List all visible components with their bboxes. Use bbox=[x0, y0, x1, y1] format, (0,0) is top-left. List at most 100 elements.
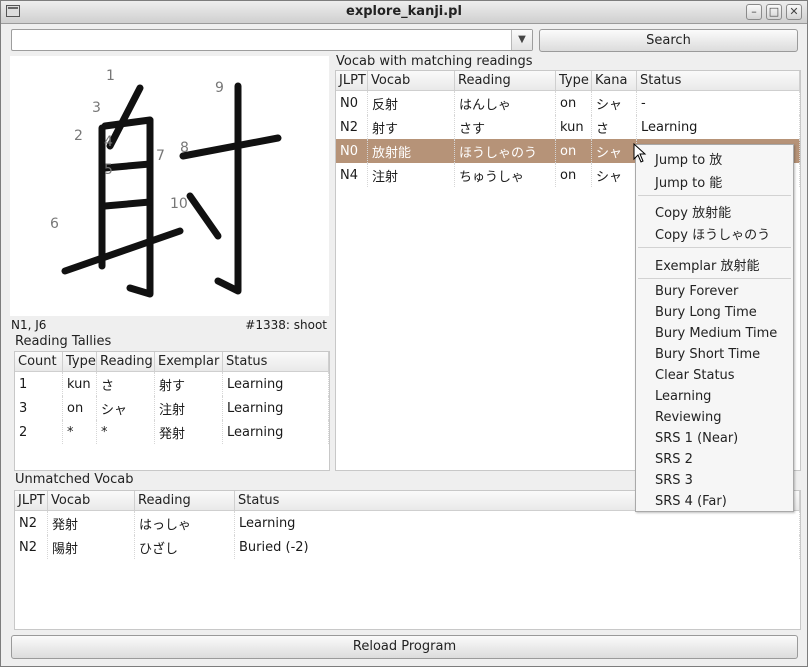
cell: ほうしゃのう bbox=[454, 139, 556, 163]
menu-separator bbox=[638, 195, 791, 196]
col-header[interactable]: Type bbox=[555, 71, 592, 91]
col-header[interactable]: Kana bbox=[591, 71, 637, 91]
menu-separator bbox=[638, 278, 791, 279]
dropdown-arrow-icon[interactable]: ▼ bbox=[511, 30, 532, 50]
reading-tallies-table[interactable]: Count Type Reading Exemplar Status 1 kun… bbox=[14, 351, 330, 471]
menu-item-srs-3[interactable]: SRS 3 bbox=[655, 473, 693, 488]
col-header[interactable]: JLPT bbox=[15, 491, 48, 511]
cell: * bbox=[96, 420, 155, 444]
menu-item-bury-medium[interactable]: Bury Medium Time bbox=[655, 326, 777, 341]
table-row[interactable]: 2 * * 発射 Learning bbox=[15, 420, 329, 444]
menu-item-srs-1[interactable]: SRS 1 (Near) bbox=[655, 431, 738, 446]
table-row[interactable]: N2 射す さす kun さ Learning bbox=[336, 115, 800, 139]
kanji-number-meaning: #1338: shoot bbox=[245, 318, 327, 332]
cell: 注射 bbox=[367, 163, 455, 187]
menu-item-clear-status[interactable]: Clear Status bbox=[655, 368, 735, 383]
unmatched-vocab-label: Unmatched Vocab bbox=[15, 472, 134, 487]
stroke-number: 8 bbox=[180, 140, 189, 156]
reload-program-button[interactable]: Reload Program bbox=[11, 635, 798, 659]
search-combobox[interactable]: ▼ bbox=[11, 29, 533, 51]
mouse-pointer-icon bbox=[633, 143, 647, 163]
col-header[interactable]: Reading bbox=[454, 71, 556, 91]
menu-item-bury-long[interactable]: Bury Long Time bbox=[655, 305, 757, 320]
cell: シャ bbox=[96, 396, 155, 420]
col-header[interactable]: Type bbox=[62, 352, 97, 372]
cell: 1 bbox=[15, 371, 63, 396]
cell: Learning bbox=[222, 371, 329, 396]
cell: 放射能 bbox=[367, 139, 455, 163]
stroke-number: 7 bbox=[156, 148, 165, 164]
cell: - bbox=[636, 90, 800, 115]
col-header[interactable]: Vocab bbox=[47, 491, 135, 511]
menu-item-copy-reading[interactable]: Copy ほうしゃのう bbox=[655, 224, 770, 243]
cell: 発射 bbox=[154, 420, 223, 444]
stroke-number: 2 bbox=[74, 128, 83, 144]
cell: さす bbox=[454, 115, 556, 139]
col-header[interactable]: Reading bbox=[134, 491, 235, 511]
close-button[interactable]: ✕ bbox=[786, 4, 802, 20]
cell: Buried (-2) bbox=[234, 535, 800, 559]
context-menu: Jump to 放 Jump to 能 Copy 放射能 Copy ほうしゃのう… bbox=[635, 144, 794, 512]
menu-item-srs-4[interactable]: SRS 4 (Far) bbox=[655, 494, 727, 509]
stroke-number: 10 bbox=[170, 196, 188, 212]
title-bar[interactable]: explore_kanji.pl – □ ✕ bbox=[1, 1, 807, 24]
col-header[interactable]: JLPT bbox=[336, 71, 368, 91]
search-input[interactable] bbox=[14, 31, 513, 49]
cell: Learning bbox=[234, 510, 800, 535]
cell: on bbox=[555, 163, 592, 187]
menu-item-srs-2[interactable]: SRS 2 bbox=[655, 452, 693, 467]
col-header[interactable]: Vocab bbox=[367, 71, 455, 91]
cell: 発射 bbox=[47, 510, 135, 535]
menu-item-exemplar[interactable]: Exemplar 放射能 bbox=[655, 255, 759, 274]
cell: Learning bbox=[222, 396, 329, 420]
menu-item-copy-vocab[interactable]: Copy 放射能 bbox=[655, 202, 731, 221]
stroke-number: 4 bbox=[104, 134, 113, 150]
cell: Learning bbox=[222, 420, 329, 444]
cell: N0 bbox=[336, 90, 368, 115]
cell: 陽射 bbox=[47, 535, 135, 559]
cell: はんしゃ bbox=[454, 90, 556, 115]
cell: ちゅうしゃ bbox=[454, 163, 556, 187]
cell: 射す bbox=[154, 371, 223, 396]
menu-item-bury-forever[interactable]: Bury Forever bbox=[655, 284, 738, 299]
menu-item-learning[interactable]: Learning bbox=[655, 389, 711, 404]
table-row[interactable]: 1 kun さ 射す Learning bbox=[15, 371, 329, 396]
cell: ひざし bbox=[134, 535, 235, 559]
stroke-number: 6 bbox=[50, 216, 59, 232]
maximize-button[interactable]: □ bbox=[766, 4, 782, 20]
menu-item-jump-to-2[interactable]: Jump to 能 bbox=[655, 172, 722, 191]
table-row[interactable]: N2 陽射 ひざし Buried (-2) bbox=[15, 535, 800, 559]
col-header[interactable]: Status bbox=[636, 71, 800, 91]
cell: シャ bbox=[591, 139, 637, 163]
cell: on bbox=[62, 396, 97, 420]
cell: さ bbox=[591, 115, 637, 139]
reading-tallies-label: Reading Tallies bbox=[15, 334, 112, 349]
table-row[interactable]: N2 発射 はっしゃ Learning bbox=[15, 510, 800, 535]
stroke-number: 3 bbox=[92, 100, 101, 116]
menu-item-bury-short[interactable]: Bury Short Time bbox=[655, 347, 760, 362]
search-button[interactable]: Search bbox=[539, 29, 798, 52]
minimize-button[interactable]: – bbox=[746, 4, 762, 20]
col-header[interactable]: Status bbox=[222, 352, 329, 372]
cell: はっしゃ bbox=[134, 510, 235, 535]
menu-item-reviewing[interactable]: Reviewing bbox=[655, 410, 722, 425]
cell: on bbox=[555, 139, 592, 163]
cell: kun bbox=[62, 371, 97, 396]
cell: kun bbox=[555, 115, 592, 139]
cell: シャ bbox=[591, 163, 637, 187]
col-header[interactable]: Exemplar bbox=[154, 352, 223, 372]
menu-item-jump-to-1[interactable]: Jump to 放 bbox=[655, 149, 722, 168]
cell: 注射 bbox=[154, 396, 223, 420]
kanji-level-info: N1, J6 bbox=[11, 318, 47, 332]
cell: 3 bbox=[15, 396, 63, 420]
cell: 反射 bbox=[367, 90, 455, 115]
table-row[interactable]: 3 on シャ 注射 Learning bbox=[15, 396, 329, 420]
cell: シャ bbox=[591, 90, 637, 115]
stroke-number: 1 bbox=[106, 68, 115, 84]
app-window: explore_kanji.pl – □ ✕ ▼ Search 1 2 3 4 … bbox=[0, 0, 808, 667]
col-header[interactable]: Count bbox=[15, 352, 63, 372]
col-header[interactable]: Reading bbox=[96, 352, 155, 372]
cell: 射す bbox=[367, 115, 455, 139]
stroke-number: 9 bbox=[215, 80, 224, 96]
table-row[interactable]: N0 反射 はんしゃ on シャ - bbox=[336, 90, 800, 115]
